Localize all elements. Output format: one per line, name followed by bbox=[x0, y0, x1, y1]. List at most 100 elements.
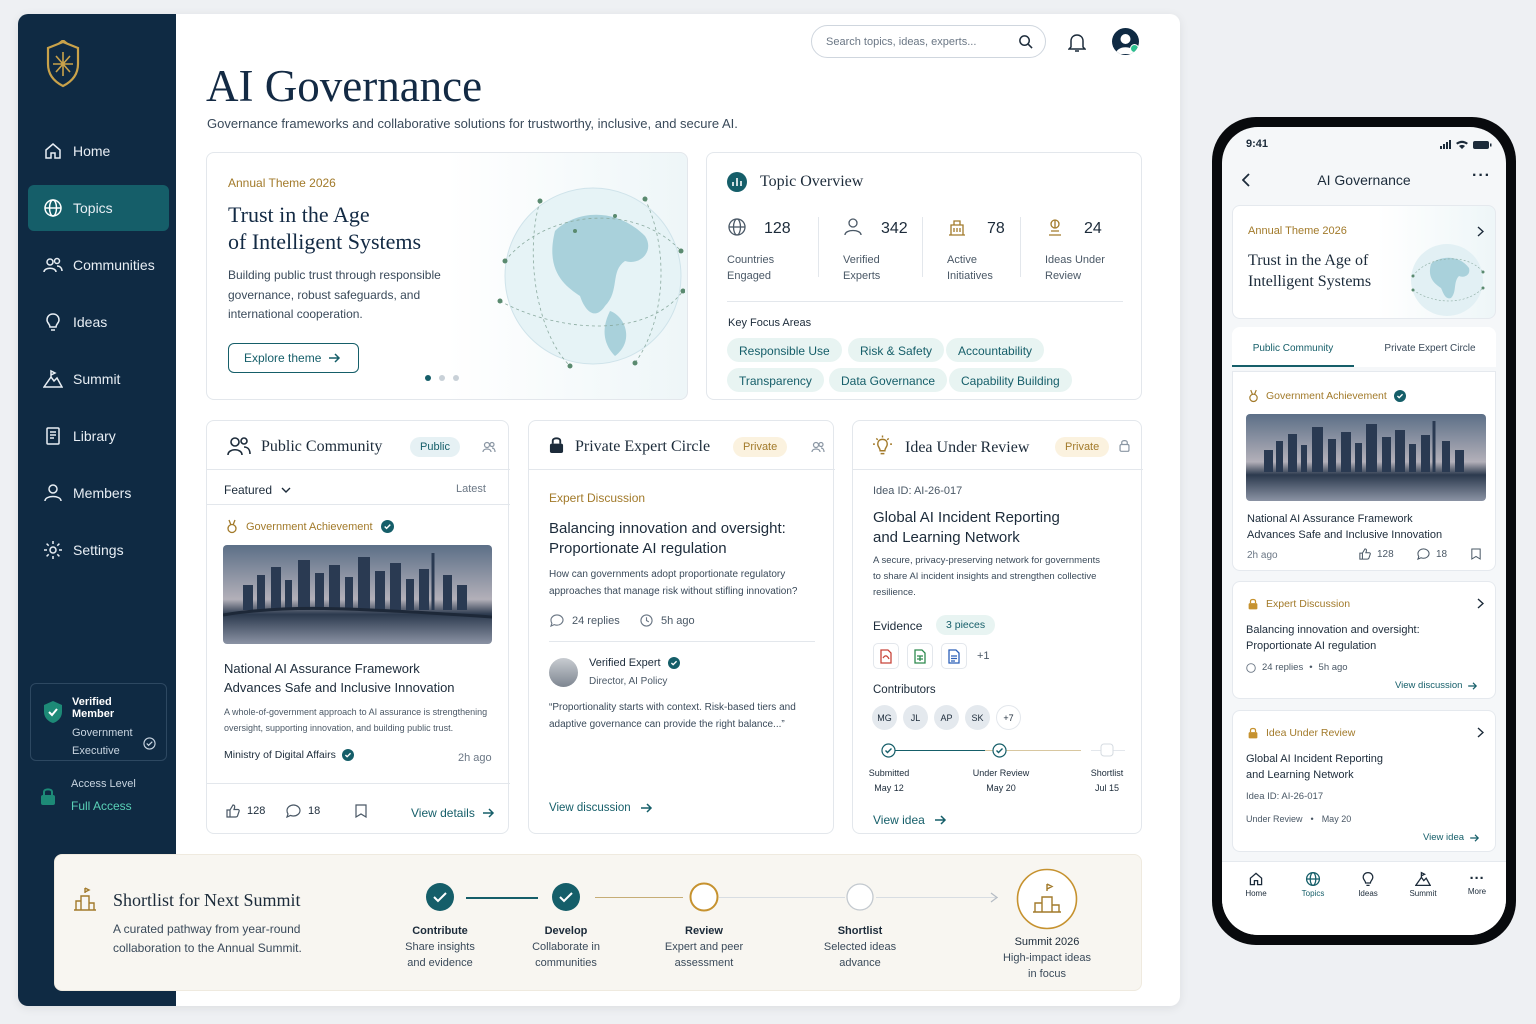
stat-countries: 128 Countries Engaged bbox=[727, 217, 822, 284]
document-file-icon[interactable] bbox=[941, 643, 967, 669]
like-button[interactable]: 128 bbox=[226, 804, 265, 818]
sidebar-item-topics[interactable]: Topics bbox=[28, 185, 169, 231]
mobile-idea-title: Global AI Incident Reporting and Learning… bbox=[1246, 751, 1383, 783]
like-button[interactable]: 128 bbox=[1359, 548, 1394, 560]
explore-theme-button[interactable]: Explore theme bbox=[228, 343, 359, 373]
sidebar-item-label: Settings bbox=[73, 542, 124, 558]
badge-label: Government Achievement bbox=[1266, 390, 1387, 402]
mobile-view-idea-link[interactable]: View idea bbox=[1423, 832, 1480, 843]
mobile-theme-card[interactable]: Annual Theme 2026 Trust in the Age of Int… bbox=[1232, 205, 1496, 319]
mobile-idea-card[interactable]: Idea Under Review Global AI Incident Rep… bbox=[1232, 710, 1496, 852]
view-idea-label: View idea bbox=[873, 813, 925, 827]
bookmark-icon[interactable] bbox=[1471, 548, 1481, 560]
idea-title-line1: Global AI Incident Reporting bbox=[873, 509, 1060, 526]
discussion-eyebrow-row: Expert Discussion bbox=[1248, 598, 1350, 610]
latest-sort[interactable]: Latest bbox=[456, 483, 486, 495]
featured-filter-dropdown[interactable]: Featured bbox=[224, 483, 291, 497]
mobile-discussion-card[interactable]: Expert Discussion Balancing innovation a… bbox=[1232, 581, 1496, 699]
step-desc-2: assessment bbox=[674, 957, 734, 969]
contributor-avatar[interactable]: SK bbox=[965, 705, 990, 730]
mobile-bottom-nav: Home Topics Ideas Summit ··· More bbox=[1222, 861, 1506, 935]
lock-icon bbox=[1119, 440, 1130, 452]
bottom-nav-summit[interactable]: Summit bbox=[1403, 871, 1443, 898]
mobile-title: AI Governance bbox=[1317, 172, 1411, 188]
expert-label: Verified Expert bbox=[589, 657, 661, 669]
sidebar-item-ideas[interactable]: Ideas bbox=[28, 299, 169, 345]
step-label: Submitted bbox=[868, 768, 910, 778]
bookmark-icon[interactable] bbox=[355, 804, 367, 818]
comment-button[interactable]: 18 bbox=[286, 804, 320, 818]
tab-public-community[interactable]: Public Community bbox=[1232, 327, 1354, 367]
more-options-icon[interactable]: ··· bbox=[1472, 167, 1491, 185]
sidebar-item-communities[interactable]: Communities bbox=[28, 242, 169, 288]
verified-shield-icon bbox=[44, 701, 62, 723]
stat-value: 128 bbox=[764, 220, 791, 237]
focus-chip[interactable]: Transparency bbox=[727, 368, 824, 392]
mobile-post-card[interactable]: Government Achievement National AI Assur… bbox=[1232, 371, 1496, 571]
contributors-label: Contributors bbox=[873, 684, 936, 696]
comment-button[interactable]: 18 bbox=[1417, 548, 1447, 560]
discussion-question: Balancing innovation and oversight: Propo… bbox=[549, 519, 786, 559]
mobile-theme-title: Trust in the Age of Intelligent Systems bbox=[1248, 250, 1371, 292]
tab-private-expert[interactable]: Private Expert Circle bbox=[1364, 327, 1496, 367]
pdf-file-icon[interactable] bbox=[873, 643, 899, 669]
user-icon bbox=[44, 484, 62, 502]
focus-chip[interactable]: Responsible Use bbox=[727, 338, 842, 362]
comment-icon bbox=[286, 804, 301, 818]
sidebar-item-summit[interactable]: Summit bbox=[28, 356, 169, 402]
avatar[interactable] bbox=[1112, 28, 1139, 55]
badge-label: Government Achievement bbox=[246, 520, 373, 533]
sidebar-item-members[interactable]: Members bbox=[28, 470, 169, 516]
question-line1: Balancing innovation and oversight: bbox=[549, 520, 786, 537]
contributor-more[interactable]: +7 bbox=[996, 705, 1021, 730]
evidence-more[interactable]: +1 bbox=[977, 650, 990, 662]
sidebar-item-label: Home bbox=[73, 143, 111, 159]
verified-check-icon bbox=[1393, 390, 1406, 402]
bottom-nav-ideas[interactable]: Ideas bbox=[1348, 871, 1388, 898]
search-input[interactable]: Search topics, ideas, experts... bbox=[811, 25, 1046, 58]
badge-row: Government Achievement bbox=[226, 519, 394, 534]
sidebar-item-label: Ideas bbox=[73, 314, 108, 330]
chevron-right-icon bbox=[1477, 226, 1484, 237]
bottom-nav-topics[interactable]: Topics bbox=[1293, 871, 1333, 898]
arrow-right-icon bbox=[482, 808, 494, 818]
view-discussion-link[interactable]: View discussion bbox=[549, 802, 653, 814]
focus-chip[interactable]: Capability Building bbox=[949, 368, 1072, 392]
sidebar-item-library[interactable]: Library bbox=[28, 413, 169, 459]
stat-label-2: Experts bbox=[843, 270, 881, 282]
body-line2: approaches that manage risk without stif… bbox=[549, 586, 798, 597]
view-idea-link[interactable]: View idea bbox=[873, 813, 947, 827]
stat-label-1: Countries bbox=[727, 254, 775, 266]
contributor-avatar[interactable]: MG bbox=[872, 705, 897, 730]
view-discussion-label: View discussion bbox=[549, 802, 631, 814]
mobile-theme-eyebrow: Annual Theme 2026 bbox=[1248, 225, 1347, 237]
bell-icon[interactable] bbox=[1068, 33, 1086, 53]
contributor-avatar[interactable]: AP bbox=[934, 705, 959, 730]
view-details-link[interactable]: View details bbox=[411, 806, 495, 820]
step-shortlist: Shortlist Jul 15 bbox=[1077, 766, 1137, 796]
view-idea-label: View idea bbox=[1423, 832, 1465, 843]
spreadsheet-file-icon[interactable] bbox=[907, 643, 933, 669]
mobile-view-discussion-link[interactable]: View discussion bbox=[1395, 680, 1478, 691]
overview-title: Topic Overview bbox=[760, 173, 864, 190]
step-active-icon bbox=[689, 882, 719, 912]
bottom-nav-home[interactable]: Home bbox=[1236, 871, 1276, 898]
step-complete-icon bbox=[552, 883, 580, 911]
lock-icon bbox=[1248, 727, 1258, 739]
step-desc-1: High-impact ideas bbox=[1002, 952, 1092, 964]
sidebar-item-home[interactable]: Home bbox=[28, 128, 169, 174]
sidebar-item-settings[interactable]: Settings bbox=[28, 527, 169, 573]
contributor-avatar[interactable]: JL bbox=[903, 705, 928, 730]
shield-logo-icon bbox=[46, 40, 80, 88]
public-tag: Public bbox=[410, 437, 460, 457]
focus-chip[interactable]: Data Governance bbox=[829, 368, 948, 392]
replies-count: 24 replies bbox=[550, 614, 620, 627]
focus-chip[interactable]: Accountability bbox=[946, 338, 1045, 362]
bottom-nav-more[interactable]: ··· More bbox=[1457, 871, 1497, 897]
carousel-dots[interactable] bbox=[425, 375, 459, 381]
mobile-post-time: 2h ago bbox=[1247, 550, 1278, 561]
focus-chip[interactable]: Risk & Safety bbox=[848, 338, 945, 362]
mobile-idea-date: May 20 bbox=[1321, 814, 1352, 824]
post-body-line2: oversight, supporting innovation, and bu… bbox=[224, 723, 454, 733]
idea-title-line2: and Learning Network bbox=[873, 529, 1020, 546]
